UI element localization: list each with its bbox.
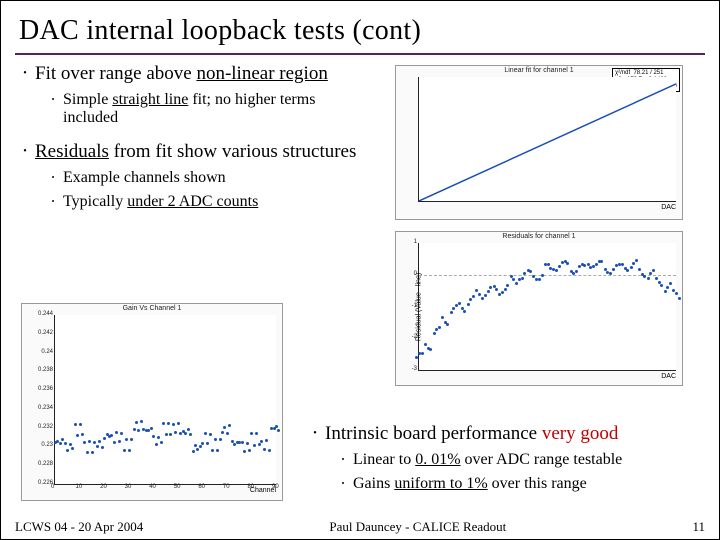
- bullet-dot-icon: •: [333, 451, 353, 469]
- bullet-under-2-adc: • Typically under 2 ADC counts: [43, 193, 373, 211]
- bullet-linear-001: • Linear to 0. 01% over ADC range testab…: [333, 451, 720, 469]
- bullet-dot-icon: •: [15, 63, 35, 85]
- chart-title: Gain Vs Channel 1: [22, 304, 282, 313]
- bullet-dot-icon: •: [43, 193, 63, 211]
- bullet-text: Fit over range above non-linear region: [35, 63, 328, 85]
- footer: LCWS 04 - 20 Apr 2004 Paul Dauncey - CAL…: [15, 519, 705, 535]
- chart-plot-area: DAC: [418, 77, 676, 202]
- chart-residuals: Residuals for channel 1 Residual (Value …: [395, 231, 683, 386]
- bullets-conclusion: • Intrinsic board performance very good …: [305, 415, 720, 493]
- bullet-very-good: • Intrinsic board performance very good: [305, 423, 720, 445]
- chart-plot-area: Residual (Value - line) DAC -3-2-101: [418, 243, 676, 371]
- bullet-text: Typically under 2 ADC counts: [63, 193, 258, 211]
- bullet-straight-line: • Simple straight line fit; no higher te…: [43, 91, 373, 127]
- slide-number: 11: [692, 519, 705, 535]
- bullet-gains-uniform: • Gains uniform to 1% over this range: [333, 475, 720, 493]
- chart-plot-area: Channel 0.2260.2280.230.2320.2340.2360.2…: [54, 315, 276, 485]
- chart-title: Residuals for channel 1: [396, 232, 682, 241]
- bullet-text: Simple straight line fit; no higher term…: [63, 91, 373, 127]
- bullet-text: Gains uniform to 1% over this range: [353, 475, 587, 493]
- bullet-dot-icon: •: [305, 423, 325, 445]
- footer-center: Paul Dauncey - CALICE Readout: [329, 519, 506, 535]
- bullet-residuals: • Residuals from fit show various struct…: [15, 141, 375, 163]
- bullet-example-channels: • Example channels shown: [43, 169, 373, 187]
- bullet-dot-icon: •: [15, 141, 35, 163]
- bullet-dot-icon: •: [43, 169, 63, 187]
- bullet-text: Linear to 0. 01% over ADC range testable: [353, 451, 622, 469]
- bullet-text: Residuals from fit show various structur…: [35, 141, 356, 163]
- chart-xlabel: DAC: [661, 373, 676, 380]
- footer-left: LCWS 04 - 20 Apr 2004: [15, 519, 143, 535]
- bullet-dot-icon: •: [333, 475, 353, 493]
- slide-body: • Fit over range above non-linear region…: [15, 63, 705, 533]
- bullet-text: Example channels shown: [63, 169, 226, 187]
- slide: DAC internal loopback tests (cont) • Fit…: [0, 0, 720, 540]
- bullet-fit-range: • Fit over range above non-linear region: [15, 63, 375, 85]
- bullet-text: Intrinsic board performance very good: [325, 423, 618, 445]
- chart-linear-fit: Linear fit for channel 1 χ²/ndf 78.21 / …: [395, 65, 683, 220]
- slide-title: DAC internal loopback tests (cont): [15, 11, 705, 55]
- chart-xlabel: DAC: [661, 204, 676, 211]
- bullet-dot-icon: •: [43, 91, 63, 127]
- chart-gain-vs-channel: Gain Vs Channel 1 Channel 0.2260.2280.23…: [21, 303, 283, 501]
- chart-line: [419, 77, 676, 201]
